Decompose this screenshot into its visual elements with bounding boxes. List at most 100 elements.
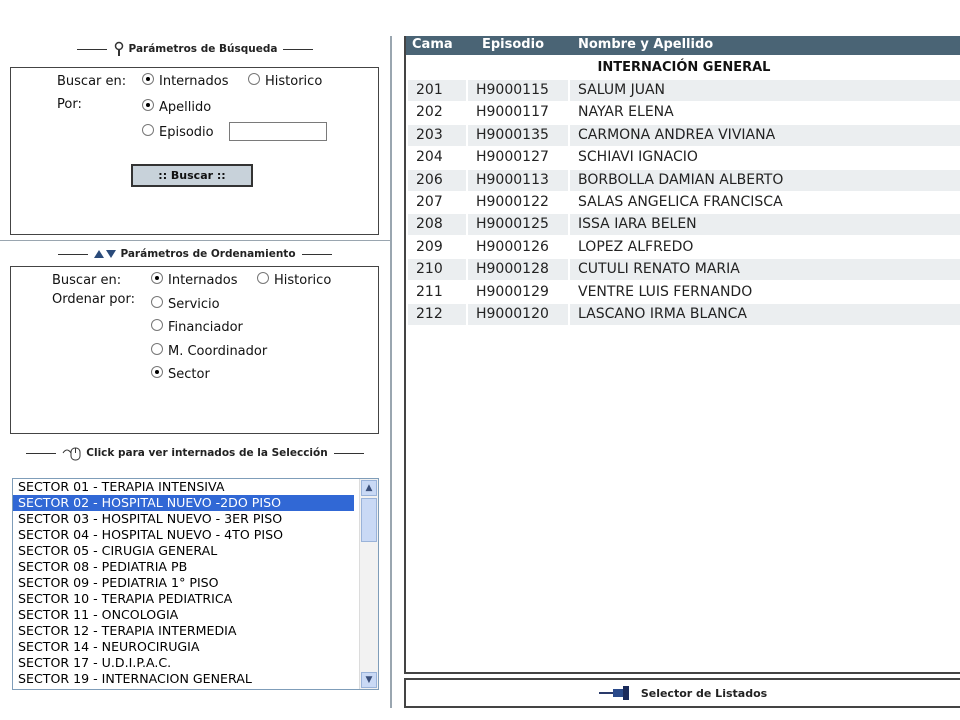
order-params-box: Buscar en: Internados Historico Ordenar … <box>10 266 379 434</box>
cell-nombre: SCHIAVI IGNACIO <box>578 149 698 166</box>
cell-episodio: H9000120 <box>468 304 568 325</box>
search-button[interactable]: :: Buscar :: <box>131 164 253 187</box>
radio-unchecked-icon <box>151 342 163 355</box>
search-historico-radio[interactable]: Historico <box>248 72 322 89</box>
sector-list-item[interactable]: SECTOR 19 - INTERNACION GENERAL <box>13 671 354 687</box>
episodio-input[interactable] <box>229 122 327 141</box>
table-row[interactable]: 211 H9000129 VENTRE LUIS FERNANDO <box>406 282 960 304</box>
sector-list-item[interactable]: SECTOR 03 - HOSPITAL NUEVO - 3ER PISO <box>13 511 354 527</box>
sector-items: SECTOR 01 - TERAPIA INTENSIVA SECTOR 02 -… <box>13 479 378 687</box>
table-row[interactable]: 202 H9000117 NAYAR ELENA <box>406 102 960 124</box>
cell-episodio: H9000128 <box>468 259 568 281</box>
scrollbar[interactable]: ▲ ▼ <box>359 479 378 689</box>
selection-section-title: Click para ver internados de la Selecció… <box>86 447 328 459</box>
order-coordinador-radio[interactable]: M. Coordinador <box>151 342 267 359</box>
radio-checked-icon <box>142 72 154 85</box>
cell-cama: 208 <box>408 214 466 236</box>
cell-nombre: NAYAR ELENA <box>578 104 674 121</box>
scroll-down-icon[interactable]: ▼ <box>361 672 377 688</box>
order-historico-radio[interactable]: Historico <box>257 271 331 288</box>
order-section-title: Parámetros de Ordenamiento <box>120 248 296 260</box>
sector-list-item[interactable]: SECTOR 11 - ONCOLOGIA <box>13 607 354 623</box>
cell-nombre: CUTULI RENATO MARIA <box>570 259 960 281</box>
cell-cama: 210 <box>408 259 466 281</box>
sector-list-item[interactable]: SECTOR 09 - PEDIATRIA 1° PISO <box>13 575 354 591</box>
table-row[interactable]: 209 H9000126 LOPEZ ALFREDO <box>406 237 960 259</box>
cell-nombre: SALUM JUAN <box>570 80 960 101</box>
radio-checked-icon <box>151 271 163 284</box>
table-row[interactable]: 203 H9000135 CARMONA ANDREA VIVIANA <box>406 124 960 147</box>
list-selector-label: Selector de Listados <box>640 686 768 700</box>
col-header-cama[interactable]: Cama <box>412 37 453 52</box>
order-sector-radio[interactable]: Sector <box>151 365 210 382</box>
col-header-nombre[interactable]: Nombre y Apellido <box>578 37 713 52</box>
table-header: Cama Episodio Nombre y Apellido <box>406 36 960 55</box>
divider <box>333 452 364 454</box>
cell-episodio: H9000113 <box>468 169 568 191</box>
sector-list-item[interactable]: SECTOR 08 - PEDIATRIA PB <box>13 559 354 575</box>
sector-list-item[interactable]: SECTOR 01 - TERAPIA INTENSIVA <box>13 479 354 495</box>
sector-list-item[interactable]: SECTOR 14 - NEUROCIRUGIA <box>13 639 354 655</box>
search-internados-radio[interactable]: Internados <box>142 72 228 89</box>
order-financiador-radio[interactable]: Financiador <box>151 318 243 335</box>
cell-nombre: LASCANO IRMA BLANCA <box>570 304 960 325</box>
cell-episodio: H9000117 <box>476 104 549 121</box>
sector-list-item[interactable]: SECTOR 17 - U.D.I.P.A.C. <box>13 655 354 671</box>
cell-episodio: H9000125 <box>468 214 568 236</box>
list-selector-bar[interactable]: Selector de Listados <box>404 678 960 708</box>
cell-nombre: SALAS ANGELICA FRANCISCA <box>578 194 783 210</box>
col-header-episodio[interactable]: Episodio <box>482 37 544 52</box>
sector-list-item[interactable]: SECTOR 12 - TERAPIA INTERMEDIA <box>13 623 354 639</box>
table-row[interactable]: 207 H9000122 SALAS ANGELICA FRANCISCA <box>406 192 960 214</box>
search-episodio-radio[interactable]: Episodio <box>142 123 214 140</box>
order-section-header: Parámetros de Ordenamiento <box>0 243 390 265</box>
divider <box>301 253 332 255</box>
divider <box>26 452 57 454</box>
cell-cama: 204 <box>416 149 443 166</box>
patients-table-panel: Cama Episodio Nombre y Apellido INTERNAC… <box>404 36 960 674</box>
radio-unchecked-icon <box>257 271 269 284</box>
sort-arrows-icon <box>94 250 117 258</box>
search-params-box: Buscar en: Internados Historico Por: Ape… <box>10 67 379 235</box>
table-row[interactable]: 208 H9000125 ISSA IARA BELEN <box>406 214 960 236</box>
cell-nombre: ISSA IARA BELEN <box>570 214 960 236</box>
search-apellido-radio[interactable]: Apellido <box>142 98 211 115</box>
sector-list-item[interactable]: SECTOR 04 - HOSPITAL NUEVO - 4TO PISO <box>13 527 354 543</box>
divider <box>283 48 314 50</box>
radio-unchecked-icon <box>248 72 260 85</box>
radio-unchecked-icon <box>151 295 163 308</box>
cell-nombre: VENTRE LUIS FERNANDO <box>578 283 753 300</box>
cell-cama: 209 <box>416 238 443 255</box>
cell-cama: 201 <box>408 80 466 101</box>
table-row[interactable]: 210 H9000128 CUTULI RENATO MARIA <box>406 259 960 281</box>
magnifier-icon <box>114 41 123 56</box>
scroll-up-icon[interactable]: ▲ <box>361 480 377 496</box>
divider <box>76 48 107 50</box>
group-title: INTERNACIÓN GENERAL <box>597 60 771 75</box>
cell-nombre: BORBOLLA DAMIAN ALBERTO <box>570 169 960 191</box>
table-row[interactable]: 204 H9000127 SCHIAVI IGNACIO <box>406 147 960 169</box>
table-row[interactable]: 212 H9000120 LASCANO IRMA BLANCA <box>406 304 960 326</box>
radio-unchecked-icon <box>142 123 154 136</box>
sector-list-item[interactable]: SECTOR 02 - HOSPITAL NUEVO -2DO PISO <box>13 495 354 511</box>
cell-episodio: H9000127 <box>476 149 549 166</box>
divider <box>58 253 89 255</box>
table-row[interactable]: 206 H9000113 BORBOLLA DAMIAN ALBERTO <box>406 169 960 192</box>
cell-nombre: LOPEZ ALFREDO <box>578 238 694 255</box>
cell-episodio: H9000135 <box>468 124 568 146</box>
search-section-header: Parámetros de Búsqueda <box>0 38 390 60</box>
table-row[interactable]: 201 H9000115 SALUM JUAN <box>406 80 960 102</box>
order-search-in-label: Buscar en: <box>52 273 122 288</box>
cell-cama: 203 <box>408 124 466 146</box>
sector-list-item[interactable]: SECTOR 05 - CIRUGIA GENERAL <box>13 543 354 559</box>
radio-checked-icon <box>151 365 163 378</box>
divider <box>0 240 390 241</box>
scroll-thumb[interactable] <box>361 498 377 542</box>
pushpin-icon <box>598 686 629 700</box>
order-servicio-radio[interactable]: Servicio <box>151 295 220 312</box>
sector-list-item[interactable]: SECTOR 10 - TERAPIA PEDIATRICA <box>13 591 354 607</box>
cell-episodio: H9000126 <box>476 238 549 255</box>
order-internados-radio[interactable]: Internados <box>151 271 237 288</box>
mouse-click-icon <box>62 447 81 461</box>
sector-listbox[interactable]: SECTOR 01 - TERAPIA INTENSIVA SECTOR 02 -… <box>12 478 379 690</box>
